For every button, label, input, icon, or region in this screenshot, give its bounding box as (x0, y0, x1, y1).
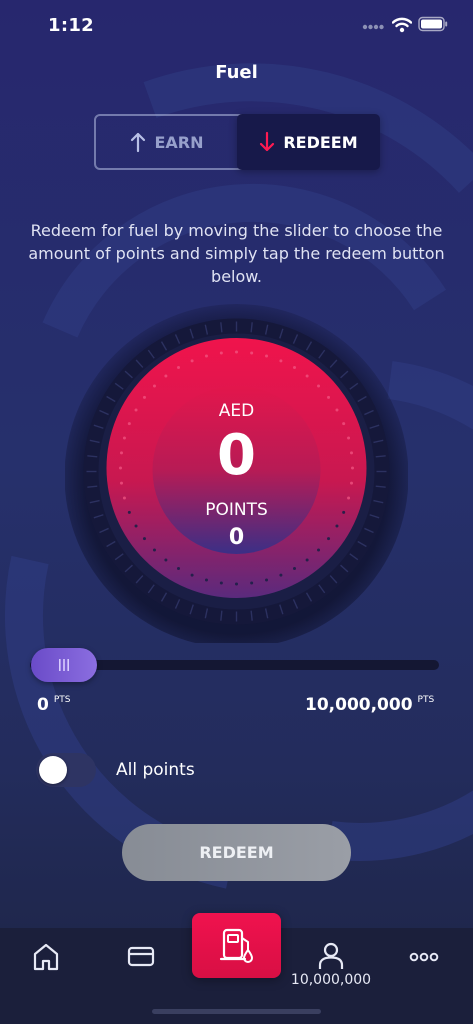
dial-dot (279, 359, 283, 363)
slider-max-label: 10,000,000 PTS (305, 695, 434, 715)
wifi-icon (392, 17, 412, 33)
signal-icon (362, 24, 384, 30)
pts-unit: PTS (417, 695, 435, 705)
slider-min-value: 0 (37, 695, 49, 715)
page-title: Fuel (215, 62, 258, 83)
currency-label: AED (218, 401, 255, 421)
toggle-knob (39, 756, 67, 784)
more-icon (409, 952, 439, 962)
points-dial: AED 0 POINTS 0 (65, 300, 408, 643)
dial-dot (219, 581, 223, 585)
all-points-toggle[interactable] (36, 753, 96, 787)
dial-dot (317, 384, 321, 388)
dial-dot (293, 366, 296, 370)
dial-dot (250, 351, 254, 355)
dial-dot (204, 578, 208, 582)
all-points-label: All points (116, 760, 195, 780)
nav-account[interactable]: 10,000,000 (288, 942, 374, 988)
amount-value: 0 (217, 423, 256, 488)
dial-dot (250, 581, 254, 585)
user-icon (318, 942, 344, 969)
dial-dot (235, 582, 238, 586)
battery-icon (418, 16, 448, 32)
dial-dot (142, 395, 146, 399)
dial-dot (235, 350, 238, 354)
slider-min-label: 0 PTS (37, 695, 70, 715)
home-indicator (152, 1009, 321, 1014)
card-icon (127, 946, 155, 967)
status-bar: 1:12 (0, 0, 473, 50)
tab-earn-label: EARN (154, 132, 204, 152)
earn-redeem-switch: EARN REDEEM (94, 114, 380, 170)
arrow-down-icon (260, 131, 275, 152)
dial-dot (177, 366, 180, 370)
dial-dot (177, 566, 180, 570)
dial-dot (219, 351, 223, 355)
fuel-pump-icon (219, 928, 253, 963)
redeem-button-label: REDEEM (199, 843, 274, 862)
status-time: 1:12 (48, 15, 94, 36)
arrow-up-icon (131, 132, 146, 153)
dial-dot (164, 558, 168, 562)
tab-redeem[interactable]: REDEEM (237, 114, 380, 170)
points-value: 0 (228, 525, 245, 550)
dial-dot (293, 566, 296, 570)
dial-dot (305, 558, 309, 562)
instructions-text: Redeem for fuel by moving the slider to … (28, 221, 445, 286)
grip-icon (59, 659, 69, 671)
dial-dot (265, 578, 269, 582)
home-icon (33, 943, 59, 971)
nav-fuel[interactable] (192, 913, 281, 978)
pts-unit: PTS (53, 695, 71, 705)
dial-dot (279, 573, 283, 577)
dial-dot (152, 384, 156, 388)
nav-card[interactable] (126, 942, 156, 972)
nav-home[interactable] (32, 942, 60, 972)
points-slider-thumb[interactable] (31, 648, 97, 682)
dial-dot (327, 395, 331, 399)
nav-more[interactable] (409, 950, 439, 964)
dial-dot (305, 374, 309, 378)
tab-earn[interactable]: EARN (96, 116, 238, 168)
nav-account-points: 10,000,000 (290, 972, 372, 988)
redeem-button[interactable]: REDEEM (122, 824, 351, 881)
points-label: POINTS (205, 500, 268, 520)
dial-dot (190, 359, 194, 363)
slider-max-value: 10,000,000 (305, 695, 413, 715)
tab-redeem-label: REDEEM (283, 132, 358, 152)
dial-dot (265, 354, 269, 358)
dial-dot (164, 374, 168, 378)
dial-dot (190, 573, 194, 577)
dial-dot (204, 354, 208, 358)
